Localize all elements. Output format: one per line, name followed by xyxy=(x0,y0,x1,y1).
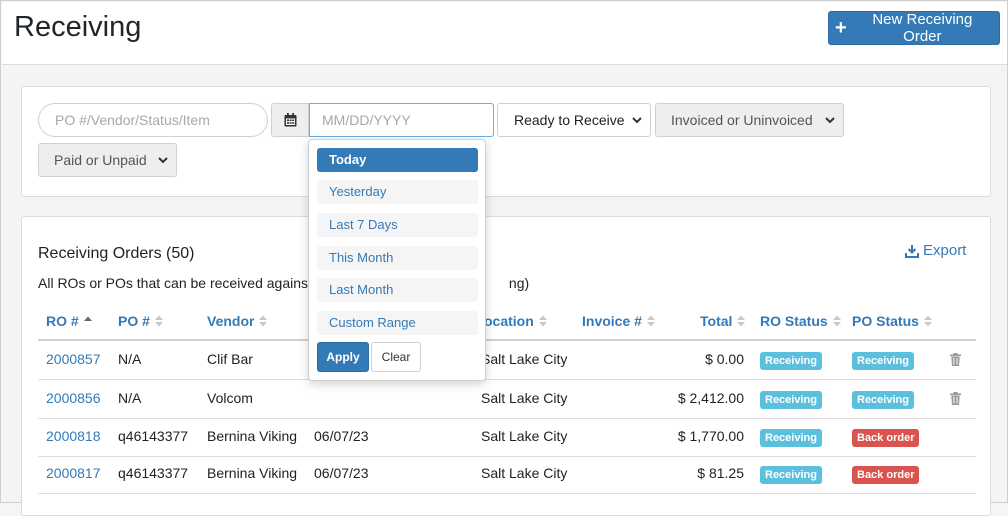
date-input[interactable] xyxy=(309,103,494,137)
col-invoice-header[interactable]: Invoice # xyxy=(582,313,656,329)
po-status-badge: Back order xyxy=(852,429,920,447)
location: Salt Lake City xyxy=(481,428,568,444)
col-po-label: PO # xyxy=(118,313,150,329)
location: Salt Lake City xyxy=(481,390,568,406)
page-header: Receiving + New Receiving Order xyxy=(2,2,1007,65)
download-icon xyxy=(905,244,919,258)
row-divider xyxy=(38,456,976,457)
po-number: N/A xyxy=(118,351,142,367)
vendor-name: Volcom xyxy=(207,390,253,406)
ro-status-badge: Receiving xyxy=(760,429,822,447)
date-option-today[interactable]: Today xyxy=(317,148,478,172)
col-vendor-label: Vendor xyxy=(207,313,255,329)
col-total-header[interactable]: Total xyxy=(700,313,746,329)
date-range-dropdown: Today Yesterday Last 7 Days This Month L… xyxy=(308,139,486,381)
ro-number-link[interactable]: 2000856 xyxy=(46,390,101,406)
vendor-name: Bernina Viking xyxy=(207,428,298,444)
location: Salt Lake City xyxy=(481,465,568,481)
clear-button[interactable]: Clear xyxy=(371,342,421,372)
col-total-label: Total xyxy=(700,313,733,329)
po-status-badge: Receiving xyxy=(852,352,914,370)
total: $ 2,412.00 xyxy=(677,390,744,406)
col-ro-status-header[interactable]: RO Status xyxy=(760,313,842,329)
sort-icon xyxy=(832,315,841,327)
col-location-label: ocation xyxy=(484,313,534,329)
date-option-last-7-days[interactable]: Last 7 Days xyxy=(317,213,478,237)
po-number: q46143377 xyxy=(118,428,189,444)
chevron-down-icon xyxy=(632,117,642,124)
total: $ 1,770.00 xyxy=(677,428,744,444)
trash-icon[interactable] xyxy=(950,353,961,366)
col-ro-status-label: RO Status xyxy=(760,313,828,329)
total: $ 0.00 xyxy=(705,351,744,367)
col-vendor-header[interactable]: Vendor xyxy=(207,313,268,329)
date-option-custom-range[interactable]: Custom Range xyxy=(317,311,478,335)
ro-status-badge: Receiving xyxy=(760,352,822,370)
row-divider xyxy=(38,493,976,494)
table-header-divider xyxy=(38,339,976,341)
orders-subtitle-right: ng) xyxy=(508,275,530,291)
payment-status-select[interactable]: Paid or Unpaid xyxy=(38,143,177,177)
ro-number-link[interactable]: 2000818 xyxy=(46,428,101,444)
export-label: Export xyxy=(923,242,967,259)
calendar-icon xyxy=(284,113,296,127)
col-po-status-label: PO Status xyxy=(852,313,919,329)
calendar-button[interactable] xyxy=(271,103,309,137)
col-po-header[interactable]: PO # xyxy=(118,313,164,329)
receive-status-value: Ready to Receive xyxy=(514,112,625,128)
col-po-status-header[interactable]: PO Status xyxy=(852,313,933,329)
po-status-badge: Back order xyxy=(852,466,920,484)
invoice-status-select[interactable]: Invoiced or Uninvoiced xyxy=(655,103,844,137)
order-date: 06/07/23 xyxy=(314,428,369,444)
apply-button[interactable]: Apply xyxy=(317,342,369,372)
invoice-status-value: Invoiced or Uninvoiced xyxy=(671,112,813,128)
receiving-orders-panel: Receiving Orders (50) All ROs or POs tha… xyxy=(21,216,991,516)
row-divider xyxy=(38,418,976,419)
ro-status-badge: Receiving xyxy=(760,466,822,484)
vendor-name: Clif Bar xyxy=(207,351,253,367)
export-link[interactable]: Export xyxy=(905,242,966,259)
row-divider xyxy=(38,379,976,380)
col-ro-label: RO # xyxy=(46,313,79,329)
chevron-down-icon xyxy=(825,117,835,124)
plus-icon: + xyxy=(835,17,847,39)
chevron-down-icon xyxy=(158,157,168,164)
date-option-yesterday[interactable]: Yesterday xyxy=(317,180,478,204)
sort-icon xyxy=(923,315,932,327)
sort-asc-icon xyxy=(83,316,92,321)
col-location-header[interactable]: ocation xyxy=(484,313,548,329)
col-ro-header[interactable]: RO # xyxy=(46,313,93,329)
trash-icon[interactable] xyxy=(950,392,961,405)
location: Salt Lake City xyxy=(481,351,568,367)
sort-icon xyxy=(646,315,655,327)
total: $ 81.25 xyxy=(697,465,744,481)
page-title: Receiving xyxy=(14,11,142,43)
search-input[interactable] xyxy=(38,103,268,137)
vendor-name: Bernina Viking xyxy=(207,465,298,481)
new-receiving-order-button[interactable]: + New Receiving Order xyxy=(828,11,1000,45)
sort-icon xyxy=(538,315,547,327)
sort-icon xyxy=(259,315,268,327)
po-status-badge: Receiving xyxy=(852,391,914,409)
date-option-last-month[interactable]: Last Month xyxy=(317,278,478,302)
ro-status-badge: Receiving xyxy=(760,391,822,409)
po-number: N/A xyxy=(118,390,142,406)
po-number: q46143377 xyxy=(118,465,189,481)
app-frame: Receiving + New Receiving Order Read xyxy=(0,0,1008,516)
sort-icon xyxy=(737,315,746,327)
date-option-this-month[interactable]: This Month xyxy=(317,246,478,270)
filter-panel: Ready to Receive Invoiced or Uninvoiced … xyxy=(21,86,991,197)
col-invoice-label: Invoice # xyxy=(582,313,642,329)
ro-number-link[interactable]: 2000857 xyxy=(46,351,101,367)
receive-status-select[interactable]: Ready to Receive xyxy=(497,103,651,137)
orders-subtitle-left: All ROs or POs that can be received agai… xyxy=(38,275,312,291)
payment-status-value: Paid or Unpaid xyxy=(54,152,147,168)
ro-number-link[interactable]: 2000817 xyxy=(46,465,101,481)
orders-title: Receiving Orders (50) xyxy=(38,245,195,262)
order-date: 06/07/23 xyxy=(314,465,369,481)
new-receiving-order-label: New Receiving Order xyxy=(872,11,973,45)
sort-icon xyxy=(154,315,163,327)
